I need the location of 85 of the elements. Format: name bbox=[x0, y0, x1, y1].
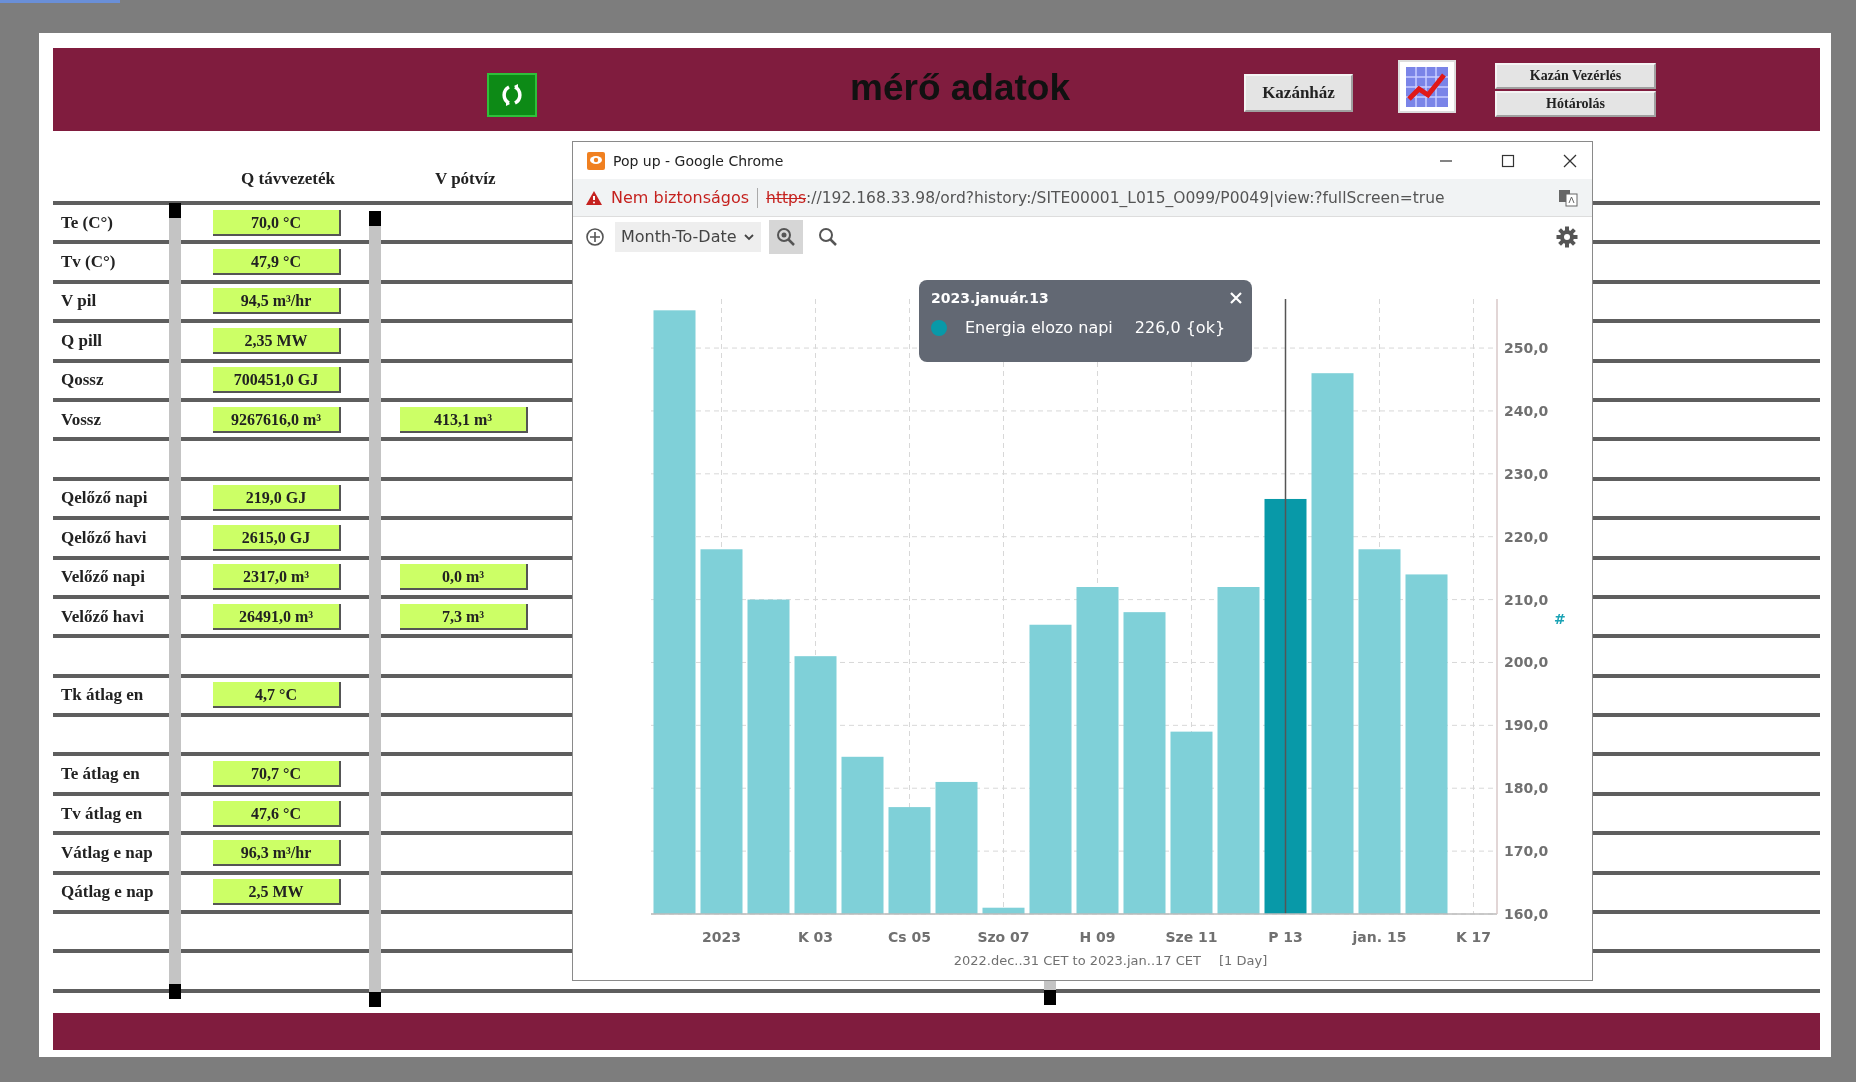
axis-marker: # bbox=[1554, 611, 1566, 627]
y-tick-label: 250,0 bbox=[1504, 340, 1549, 357]
row-label: Tv átlag en bbox=[60, 803, 144, 824]
row-label: Vossz bbox=[60, 409, 102, 430]
y-tick-label: 220,0 bbox=[1504, 528, 1549, 545]
row-label: Tk átlag en bbox=[60, 685, 145, 706]
x-tick-label: K 17 bbox=[1455, 929, 1492, 945]
y-tick-label: 170,0 bbox=[1504, 843, 1549, 860]
column-header: Q távvezeték bbox=[241, 169, 335, 189]
value-field: 7,3 m³ bbox=[400, 603, 528, 630]
x-tick-label: 2023 bbox=[702, 929, 741, 945]
y-tick-label: 240,0 bbox=[1504, 402, 1549, 419]
close-icon[interactable] bbox=[1562, 152, 1578, 169]
x-tick-label: H 09 bbox=[1079, 929, 1116, 945]
series-name: Energia elozo napi bbox=[965, 318, 1113, 337]
x-tick-label: P 13 bbox=[1268, 929, 1303, 945]
x-tick-label: Sze 11 bbox=[1165, 929, 1218, 945]
nav-button[interactable]: Kazán Vezérlés bbox=[1495, 62, 1656, 89]
page-title: mérő adatok bbox=[850, 66, 1070, 109]
y-tick-label: 180,0 bbox=[1504, 780, 1549, 797]
search-icon bbox=[817, 226, 838, 247]
value-field: 96,3 m³/hr bbox=[213, 839, 341, 866]
value-field: 413,1 m³ bbox=[400, 406, 528, 433]
zoom-button[interactable] bbox=[768, 219, 803, 254]
x-tick-label: K 03 bbox=[797, 929, 834, 945]
row-label: Tv (C°) bbox=[60, 252, 117, 273]
column-header: V pótvíz bbox=[434, 169, 496, 189]
translate-icon[interactable] bbox=[1558, 188, 1578, 207]
refresh-button[interactable] bbox=[487, 72, 537, 117]
app-icon bbox=[587, 151, 605, 170]
chart-button[interactable] bbox=[1398, 60, 1456, 113]
x-axis-title: 2022.dec..31 CET to 2023.jan..17 CET bbox=[953, 953, 1201, 968]
value-field: 26491,0 m³ bbox=[213, 603, 341, 630]
y-tick-label: 200,0 bbox=[1504, 654, 1549, 671]
tooltip-value: 226,0 {ok} bbox=[1134, 318, 1226, 337]
row-label: Te átlag en bbox=[60, 764, 141, 785]
zoom-icon bbox=[775, 226, 796, 247]
chart-bar[interactable] bbox=[1264, 498, 1307, 914]
add-icon[interactable] bbox=[585, 226, 605, 247]
value-field: 70,0 °C bbox=[213, 209, 341, 236]
value-field: 94,5 m³/hr bbox=[213, 288, 341, 315]
value-field: 47,6 °C bbox=[213, 800, 341, 827]
value-field: 700451,0 GJ bbox=[213, 367, 341, 394]
x-tick-label: Szo 07 bbox=[977, 929, 1030, 945]
line-chart-icon bbox=[1404, 64, 1450, 109]
y-tick-label: 190,0 bbox=[1504, 717, 1549, 734]
settings-icon[interactable] bbox=[1556, 225, 1578, 248]
row-label: Qossz bbox=[60, 370, 105, 391]
x-tick-label: jan. 15 bbox=[1352, 929, 1407, 945]
row-label: Qelőző napi bbox=[60, 488, 149, 509]
row-label: Vátlag e nap bbox=[60, 842, 154, 863]
value-field: 2317,0 m³ bbox=[213, 564, 341, 591]
close-icon[interactable] bbox=[1230, 292, 1242, 304]
row-label: V pil bbox=[60, 291, 98, 312]
y-tick-label: 160,0 bbox=[1504, 906, 1549, 922]
row-label: Qátlag e nap bbox=[60, 882, 155, 903]
value-field: 9267616,0 m³ bbox=[213, 406, 341, 433]
boiler-house-button[interactable]: Kazánház bbox=[1244, 73, 1353, 112]
row-label: Velőző napi bbox=[60, 567, 146, 588]
value-field: 70,7 °C bbox=[213, 761, 341, 788]
window-title: Pop up - Google Chrome bbox=[613, 152, 784, 169]
tooltip-title: 2023.január.13 bbox=[931, 290, 1049, 306]
vertical-bar bbox=[1044, 981, 1056, 1005]
security-label: Nem biztonságos bbox=[611, 188, 750, 207]
caret-icon bbox=[742, 232, 755, 241]
y-tick-label: 230,0 bbox=[1504, 465, 1549, 482]
maximize-icon[interactable] bbox=[1500, 152, 1516, 169]
value-field: 2,35 MW bbox=[213, 327, 341, 354]
x-tick-label: Cs 05 bbox=[888, 929, 931, 945]
row-label: Q pill bbox=[60, 330, 104, 351]
range-select[interactable]: Month-To-Date bbox=[615, 221, 761, 252]
warning-icon bbox=[585, 189, 603, 206]
value-field: 0,0 m³ bbox=[400, 564, 528, 591]
row-label: Te (C°) bbox=[60, 212, 114, 233]
value-field: 4,7 °C bbox=[213, 682, 341, 709]
url-text[interactable]: https://192.168.33.98/ord?history:/SITE00001_L015_O099/P0049|view:?fullScreen=true bbox=[766, 188, 1445, 207]
value-field: 2615,0 GJ bbox=[213, 524, 341, 551]
row-label: Velőző havi bbox=[60, 606, 145, 627]
row-label: Qelőző havi bbox=[60, 527, 148, 548]
value-field: 219,0 GJ bbox=[213, 485, 341, 512]
y-tick-label: 210,0 bbox=[1504, 591, 1549, 608]
value-field: 47,9 °C bbox=[213, 249, 341, 276]
value-field: 2,5 MW bbox=[213, 879, 341, 906]
interval-label: [1 Day] bbox=[1219, 953, 1268, 968]
nav-button[interactable]: Hótárolás bbox=[1495, 90, 1656, 117]
